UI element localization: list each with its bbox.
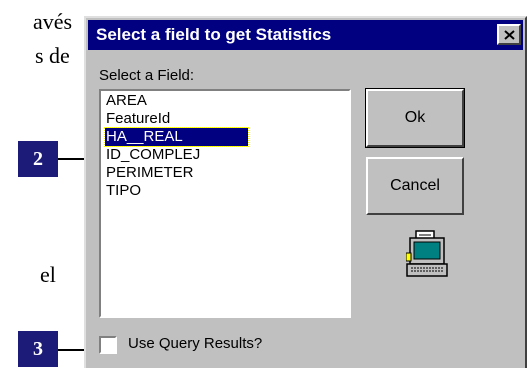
list-item-id-complej[interactable]: ID_COMPLEJ bbox=[105, 146, 248, 164]
background-text-3: el bbox=[40, 262, 56, 287]
callout-2: 2 bbox=[18, 141, 58, 177]
callout-3: 3 bbox=[18, 331, 58, 367]
background-text-1: avés bbox=[33, 9, 73, 34]
dialog-title: Select a field to get Statistics bbox=[96, 25, 332, 44]
list-item-ha-real[interactable]: HA__REAL bbox=[104, 127, 249, 147]
ok-button[interactable]: Ok bbox=[365, 88, 465, 148]
use-query-label[interactable]: Use Query Results? bbox=[128, 335, 262, 352]
field-listbox[interactable]: AREA FeatureId HA__REAL ID_COMPLEJ PERIM… bbox=[99, 89, 351, 318]
statistics-dialog: Select a field to get Statistics Select … bbox=[84, 16, 527, 368]
background-text-2: s de bbox=[35, 43, 70, 68]
cancel-button[interactable]: Cancel bbox=[366, 157, 464, 215]
list-item-featureid[interactable]: FeatureId bbox=[105, 110, 248, 128]
list-item-tipo[interactable]: TIPO bbox=[105, 182, 248, 200]
list-item-perimeter[interactable]: PERIMETER bbox=[105, 164, 248, 182]
close-button[interactable] bbox=[497, 24, 521, 45]
use-query-checkbox[interactable] bbox=[99, 336, 117, 354]
select-field-label: Select a Field: bbox=[99, 67, 195, 84]
close-icon bbox=[503, 29, 515, 40]
dialog-titlebar[interactable]: Select a field to get Statistics bbox=[88, 20, 523, 50]
computer-icon bbox=[406, 230, 448, 277]
list-item-area[interactable]: AREA bbox=[105, 92, 248, 110]
